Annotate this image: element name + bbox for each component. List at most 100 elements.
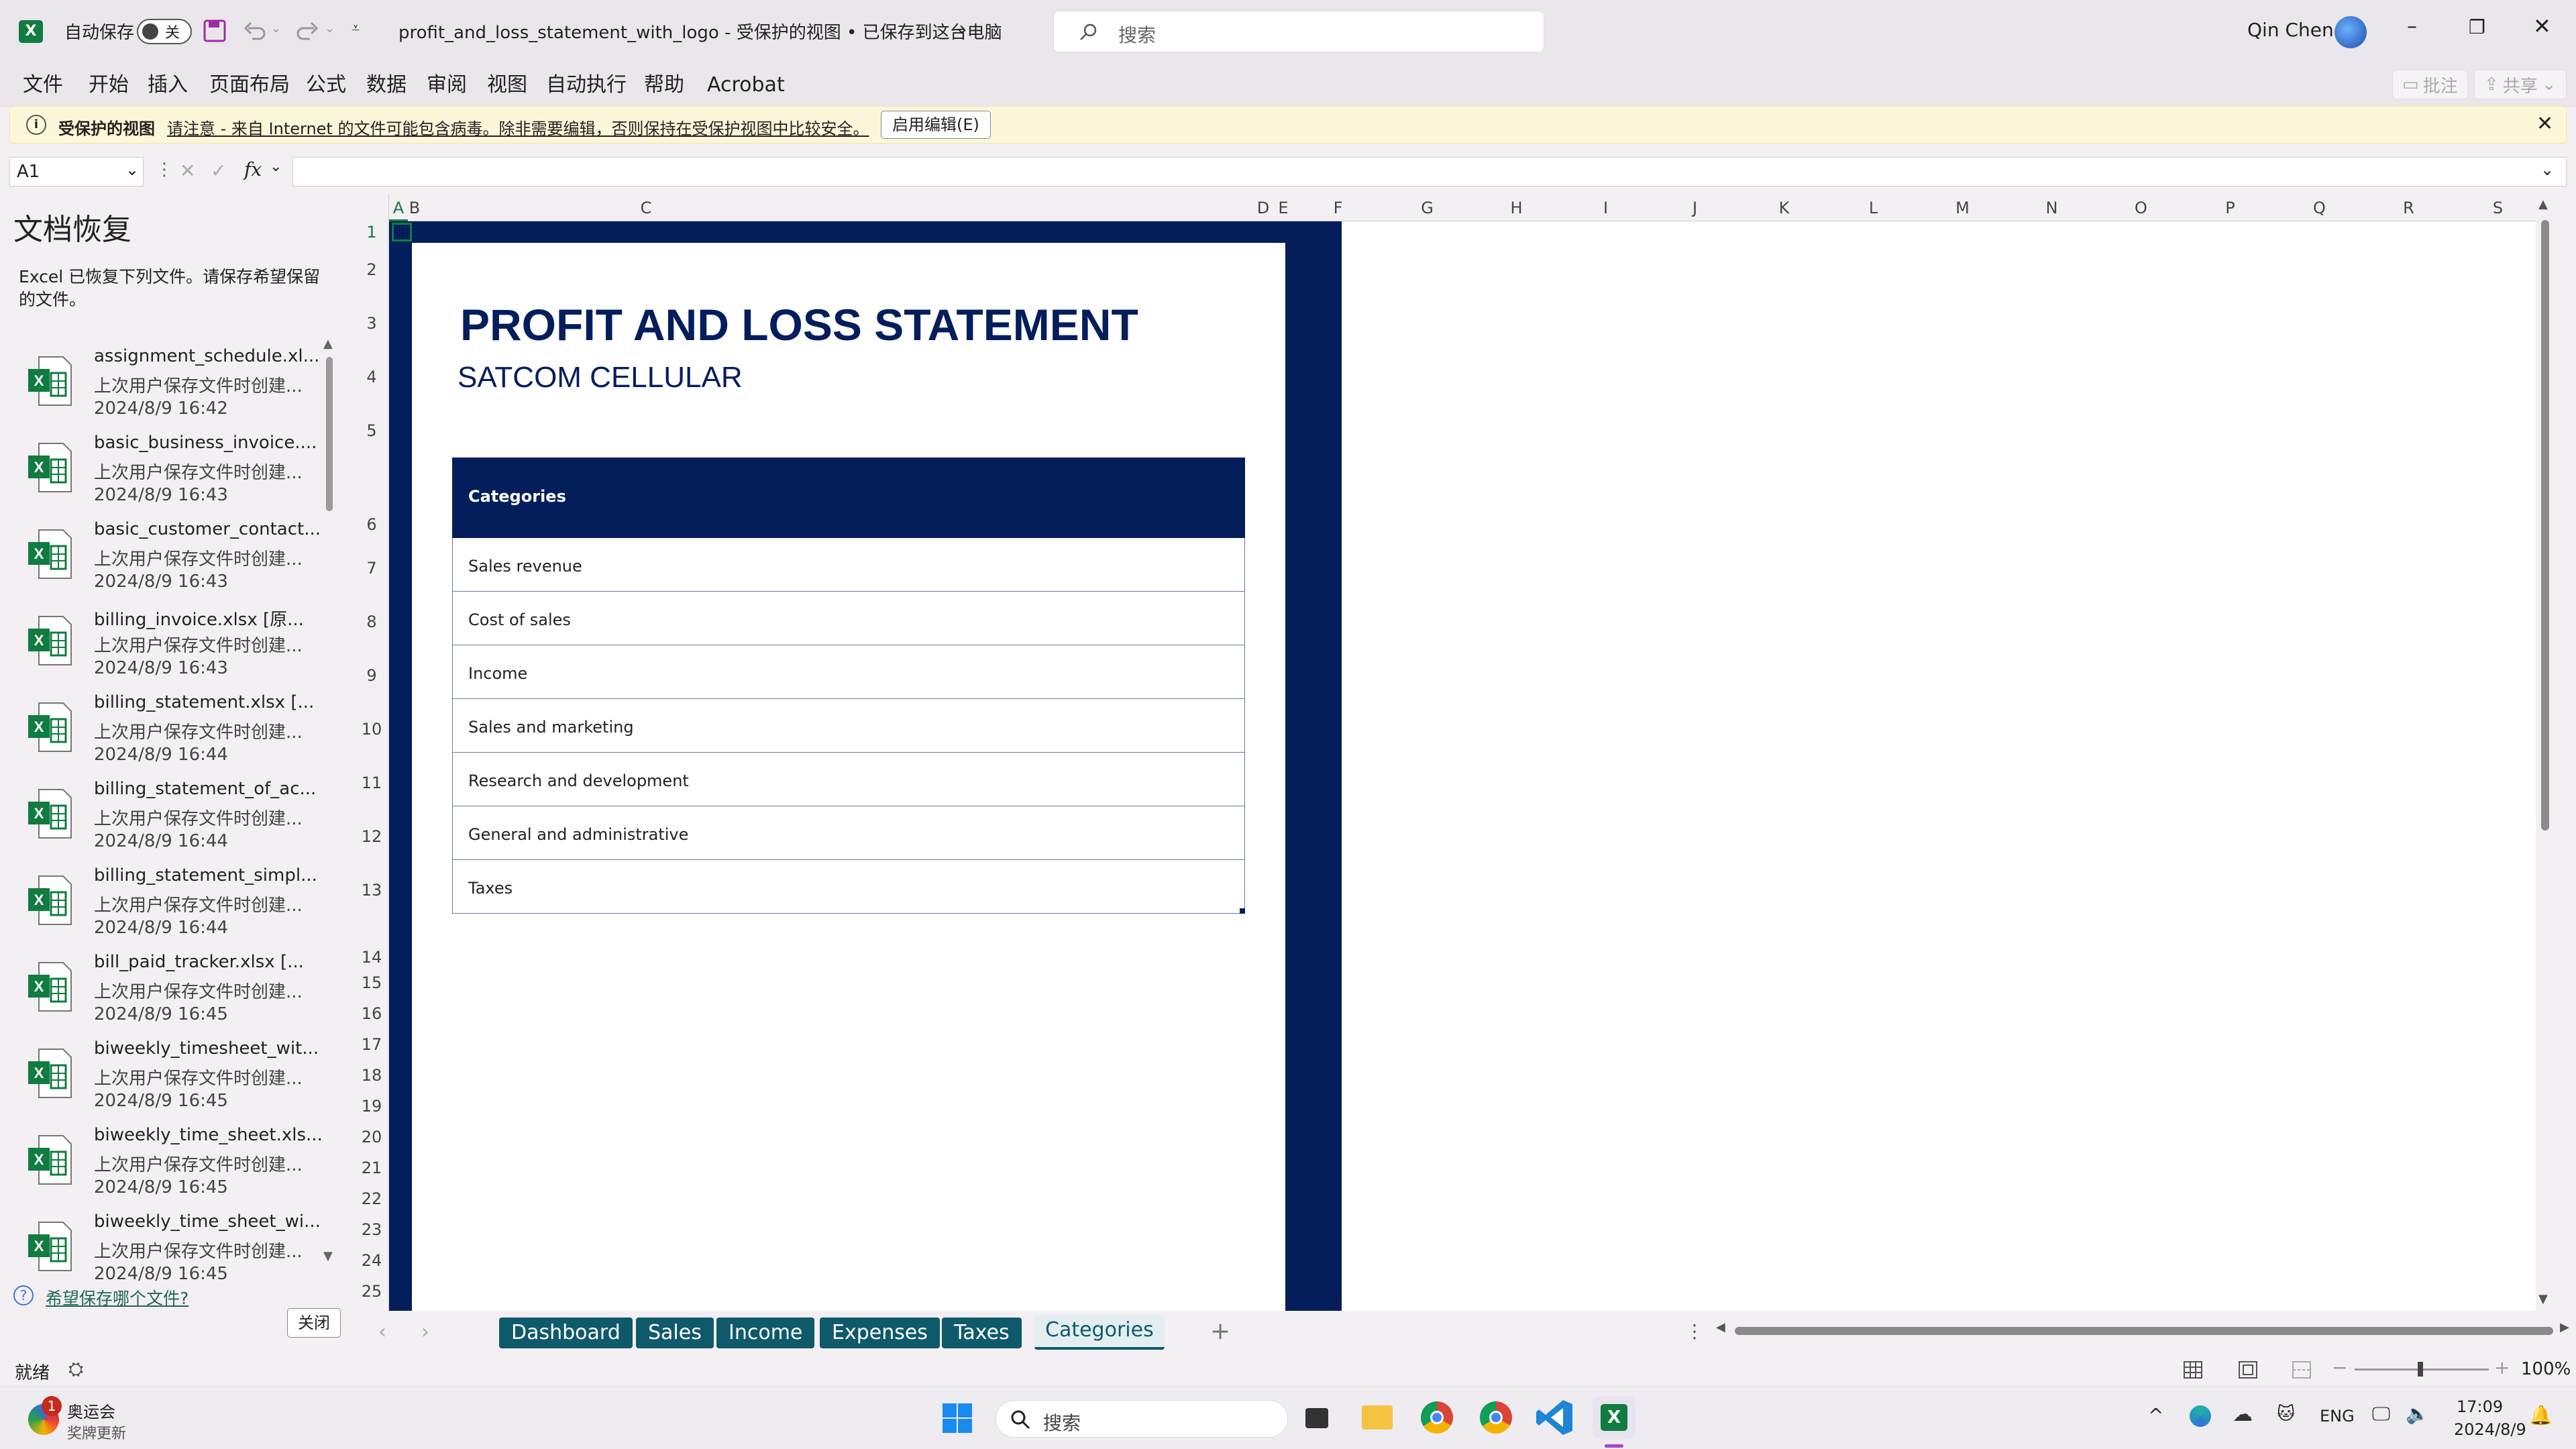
user-name[interactable]: Qin Chen xyxy=(2247,19,2334,41)
row-header[interactable]: 24 xyxy=(354,1245,389,1276)
confirm-formula-icon[interactable]: ✓ xyxy=(211,160,226,182)
accessibility-icon[interactable]: ⛭ xyxy=(68,1358,83,1381)
page-layout-view-icon[interactable] xyxy=(2238,1360,2258,1379)
zoom-level[interactable]: 100% xyxy=(2521,1359,2571,1379)
row-header[interactable]: 23 xyxy=(354,1214,389,1245)
row-header[interactable]: 9 xyxy=(354,645,389,699)
edge-tray-icon[interactable] xyxy=(2190,1405,2211,1427)
column-header[interactable]: S xyxy=(2453,195,2542,221)
zoom-in-icon[interactable]: + xyxy=(2494,1356,2510,1379)
close-window-icon[interactable]: ✕ xyxy=(2533,13,2551,39)
clock-date[interactable]: 2024/8/9 xyxy=(2454,1420,2526,1439)
vertical-scroll-thumb[interactable] xyxy=(2541,220,2549,830)
tab-income[interactable]: Income xyxy=(716,1318,815,1348)
row-header[interactable]: 20 xyxy=(354,1122,389,1152)
comments-button[interactable]: ▭ 批注 xyxy=(2392,70,2468,99)
fx-dropdown-icon[interactable]: ⌄ xyxy=(270,158,282,175)
horizontal-scroll-thumb[interactable] xyxy=(1735,1327,2553,1335)
language-indicator[interactable]: ENG xyxy=(2320,1407,2355,1426)
task-view-icon[interactable] xyxy=(1295,1396,1338,1439)
tray-app-icon[interactable]: 🐱 xyxy=(2277,1404,2295,1424)
scroll-left-icon[interactable]: ◀ xyxy=(1716,1320,1725,1334)
row-header[interactable]: 16 xyxy=(354,998,389,1029)
excel-taskbar-icon[interactable]: X xyxy=(1593,1396,1635,1448)
menu-page-layout[interactable]: 页面布局 xyxy=(209,63,290,107)
windows-start-icon[interactable] xyxy=(942,1403,973,1434)
recovery-file-item[interactable]: X biweekly_timesheet_wit... 上次用户保存文件时创建.… xyxy=(0,1033,335,1120)
scroll-down-icon[interactable]: ▼ xyxy=(323,1249,333,1263)
column-header[interactable]: B xyxy=(408,195,421,221)
scroll-right-icon[interactable]: ▶ xyxy=(2560,1320,2569,1334)
recovery-file-item[interactable]: X bill_paid_tracker.xlsx [... 上次用户保存文件时创… xyxy=(0,947,335,1033)
column-header[interactable]: M xyxy=(1918,195,2007,221)
title-dropdown-icon[interactable]: ⌄ xyxy=(955,19,969,38)
cancel-formula-icon[interactable]: ✕ xyxy=(180,160,195,182)
row-header[interactable]: 6 xyxy=(354,458,389,538)
column-header[interactable]: F xyxy=(1293,195,1383,221)
worksheet-grid[interactable]: A B C D E F G H I J K L M N O P Q R S 1 … xyxy=(354,195,2555,1311)
column-header[interactable]: P xyxy=(2186,195,2275,221)
recovery-file-item[interactable]: X biweekly_time_sheet_wi... 上次用户保存文件时创建.… xyxy=(0,1206,335,1293)
recovery-file-item[interactable]: X biweekly_time_sheet.xls... 上次用户保存文件时创建… xyxy=(0,1120,335,1206)
row-header[interactable]: 1 xyxy=(354,221,389,243)
scroll-thumb[interactable] xyxy=(326,357,333,511)
save-icon[interactable] xyxy=(203,19,227,43)
column-header[interactable]: N xyxy=(2007,195,2096,221)
clock-time[interactable]: 17:09 xyxy=(2457,1397,2503,1416)
column-header[interactable]: E xyxy=(1273,195,1293,221)
row-header[interactable]: 5 xyxy=(354,404,389,458)
row-header[interactable]: 14 xyxy=(354,914,389,967)
column-header[interactable]: J xyxy=(1650,195,1739,221)
row-header[interactable]: 3 xyxy=(354,297,389,350)
minimize-icon[interactable]: – xyxy=(2407,15,2417,38)
row-header[interactable]: 19 xyxy=(354,1091,389,1122)
tab-dashboard[interactable]: Dashboard xyxy=(499,1318,633,1348)
row-header[interactable]: 21 xyxy=(354,1152,389,1183)
tab-categories[interactable]: Categories xyxy=(1034,1315,1165,1350)
row-header[interactable]: 18 xyxy=(354,1060,389,1091)
widget-title[interactable]: 奥运会 xyxy=(67,1399,115,1422)
undo-dropdown-icon[interactable]: ⌄ xyxy=(271,21,281,36)
menu-data[interactable]: 数据 xyxy=(366,63,407,107)
enable-editing-button[interactable]: 启用编辑(E) xyxy=(881,111,991,139)
recovery-file-item[interactable]: X billing_statement_simpl... 上次用户保存文件时创建… xyxy=(0,860,335,947)
recovery-file-item[interactable]: X billing_invoice.xlsx [原... 上次用户保存文件时创建… xyxy=(0,600,335,687)
show-hidden-icons[interactable]: ^ xyxy=(2148,1404,2163,1426)
redo-icon[interactable] xyxy=(295,20,319,42)
zoom-out-icon[interactable]: − xyxy=(2332,1356,2347,1379)
vertical-scrollbar[interactable]: ▲ ▼ xyxy=(2536,195,2555,1311)
taskbar-search[interactable]: 搜索 xyxy=(996,1400,1288,1438)
table-row[interactable]: General and administrative xyxy=(452,806,1245,860)
search-box[interactable]: 搜索 xyxy=(1053,11,1544,52)
autosave-toggle[interactable]: 关 xyxy=(137,19,192,44)
notification-bell-icon[interactable]: 🔔 xyxy=(2529,1404,2553,1426)
name-box[interactable]: A1 ⌄ xyxy=(9,157,144,186)
row-header[interactable]: 25 xyxy=(354,1276,389,1307)
column-header[interactable]: C xyxy=(421,195,871,221)
row-header[interactable]: 4 xyxy=(354,350,389,404)
row-header[interactable]: 11 xyxy=(354,753,389,806)
user-avatar[interactable] xyxy=(2334,16,2367,48)
column-header[interactable]: H xyxy=(1472,195,1561,221)
row-header[interactable]: 15 xyxy=(354,967,389,998)
recovery-file-item[interactable]: X assignment_schedule.xl... 上次用户保存文件时创建.… xyxy=(0,341,335,427)
insert-function-icon[interactable]: fx xyxy=(244,158,262,180)
close-recovery-button[interactable]: 关闭 xyxy=(287,1308,341,1338)
redo-dropdown-icon[interactable]: ⌄ xyxy=(325,21,335,36)
chrome-profile-icon[interactable] xyxy=(1474,1396,1517,1439)
customize-toolbar-icon[interactable]: ⩡ xyxy=(352,20,360,37)
tab-sales[interactable]: Sales xyxy=(636,1318,714,1348)
vscode-icon[interactable] xyxy=(1534,1396,1576,1439)
undo-icon[interactable] xyxy=(243,20,267,42)
help-link[interactable]: 希望保存哪个文件? xyxy=(46,1285,189,1309)
recovery-scrollbar[interactable]: ▲ ▼ xyxy=(323,337,335,1267)
row-header[interactable]: 22 xyxy=(354,1183,389,1214)
row-header[interactable]: 7 xyxy=(354,538,389,592)
menu-view[interactable]: 视图 xyxy=(487,63,527,107)
share-button[interactable]: ⇪ 共享 ⌄ xyxy=(2474,70,2567,99)
column-header[interactable]: G xyxy=(1383,195,1472,221)
recovery-file-item[interactable]: X billing_statement.xlsx [... 上次用户保存文件时创… xyxy=(0,687,335,773)
row-header[interactable]: 17 xyxy=(354,1029,389,1060)
menu-file[interactable]: 文件 xyxy=(23,63,63,107)
menu-formulas[interactable]: 公式 xyxy=(306,63,346,107)
